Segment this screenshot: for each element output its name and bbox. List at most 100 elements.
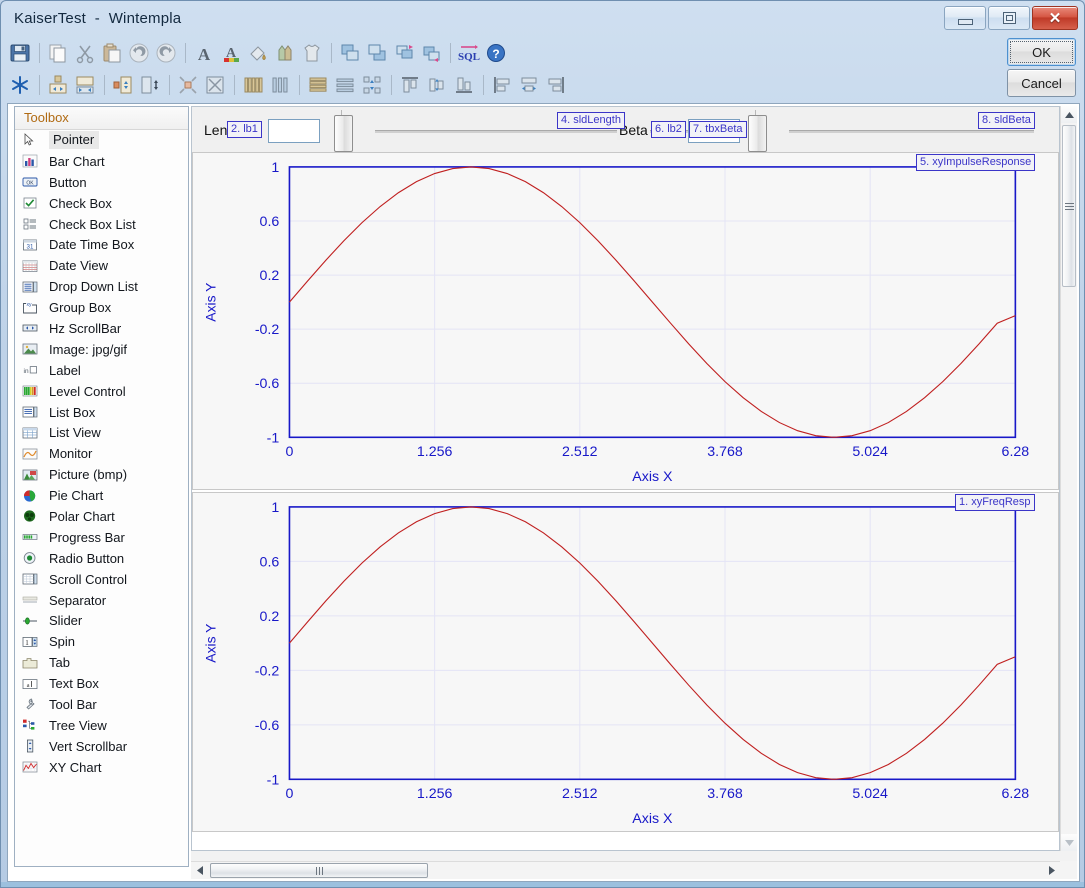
toolbox-item-list-view[interactable]: List View [15, 422, 188, 443]
toolbox-item-check-box-list[interactable]: Check Box List [15, 214, 188, 235]
columns-few-icon[interactable] [267, 72, 293, 98]
close-button[interactable]: ✕ [1032, 6, 1078, 30]
align-horizontal-center-icon[interactable] [516, 72, 542, 98]
tag-lb1[interactable]: 2. lb1 [227, 121, 262, 138]
toolbox-item-xy-chart[interactable]: XY Chart [15, 757, 188, 778]
columns-many-icon[interactable] [240, 72, 266, 98]
scroll-up-arrow[interactable] [1061, 106, 1077, 123]
toolbox-item-image-jpg-gif[interactable]: Image: jpg/gif [15, 339, 188, 360]
scroll-down-arrow[interactable] [1061, 834, 1077, 851]
toolbox-item-tree-view[interactable]: Tree View [15, 715, 188, 736]
horizontal-scroll-thumb[interactable] [210, 863, 428, 878]
send-to-back-icon[interactable] [364, 40, 390, 66]
toolbox-item-tool-bar[interactable]: Tool Bar [15, 694, 188, 715]
help-icon[interactable]: ? [483, 40, 509, 66]
toolbox-item-vert-scrollbar[interactable]: Vert Scrollbar [15, 736, 188, 757]
vertical-scrollbar[interactable] [1060, 106, 1077, 851]
rows-dense-icon[interactable] [305, 72, 331, 98]
shrink-icon[interactable] [175, 72, 201, 98]
vertical-scroll-thumb[interactable] [1062, 125, 1076, 287]
dock-left-icon[interactable] [110, 72, 136, 98]
toolbox-item-button[interactable]: OK Button [15, 172, 188, 193]
tag-tbxBeta[interactable]: 7. tbxBeta [689, 121, 747, 138]
textbox-length[interactable] [268, 119, 320, 143]
pencils-icon[interactable] [272, 40, 298, 66]
font-icon[interactable]: A [191, 40, 217, 66]
tag-sldBeta[interactable]: 8. sldBeta [978, 112, 1035, 129]
rows-sparse-icon[interactable] [332, 72, 358, 98]
tag-xyFreqResp[interactable]: 1. xyFreqResp [955, 494, 1035, 511]
app-window: KaiserTest - Wintempla ✕ A A SQL ? OK Ca… [0, 0, 1085, 888]
align-right-icon[interactable] [543, 72, 569, 98]
toolbox-item-check-box[interactable]: Check Box [15, 193, 188, 214]
toolbox-item-bar-chart[interactable]: Bar Chart [15, 151, 188, 172]
align-top-icon[interactable] [397, 72, 423, 98]
align-middle-icon[interactable] [424, 72, 450, 98]
xy-chart-freq-resp[interactable]: 1 0.6 0.2 -0.2 -0.6 -1 0 1.256 2.512 3.768 5.024 6.… [192, 492, 1059, 832]
toolbox-item-level-control[interactable]: Level Control [15, 381, 188, 402]
redo-icon[interactable] [153, 40, 179, 66]
toolbox-list[interactable]: Pointer Bar Chart OK Button Check Box Check B… [15, 130, 188, 866]
toolbox-item-slider[interactable]: Slider [15, 610, 188, 631]
toolbox-item-pointer[interactable]: Pointer [15, 130, 188, 151]
send-backward-icon[interactable] [418, 40, 444, 66]
save-icon[interactable] [7, 40, 33, 66]
snowflake-icon[interactable] [7, 72, 33, 98]
scroll-left-arrow[interactable] [191, 862, 208, 879]
toolbox-item-label: Button [49, 174, 87, 190]
horizontal-scrollbar[interactable] [191, 861, 1060, 879]
cut-icon[interactable] [72, 40, 98, 66]
align-bottom-icon[interactable] [451, 72, 477, 98]
bring-to-front-icon[interactable] [337, 40, 363, 66]
space-evenly-icon[interactable] [359, 72, 385, 98]
tag-sldLength[interactable]: 4. sldLength [557, 112, 625, 129]
tag-xyImpulseResponse[interactable]: 5. xyImpulseResponse [916, 154, 1036, 171]
font-color-icon[interactable]: A [218, 40, 244, 66]
tag-lb2[interactable]: 6. lb2 [651, 121, 686, 138]
undo-icon[interactable] [126, 40, 152, 66]
design-surface: Leng 2. lb1 4. sldLength Beta 6. lb2 7. … [191, 106, 1077, 879]
toolbox-item-progress-bar[interactable]: Progress Bar [15, 527, 188, 548]
toolbox-item-picture-bmp[interactable]: Picture (bmp) [15, 464, 188, 485]
design-pane[interactable]: Leng 2. lb1 4. sldLength Beta 6. lb2 7. … [191, 106, 1060, 851]
toolbox-item-label: Tree View [49, 717, 107, 733]
slider-thumb[interactable] [748, 115, 767, 152]
toolbox-item-monitor[interactable]: Monitor [15, 443, 188, 464]
align-center-vertical-icon[interactable] [72, 72, 98, 98]
toolbox-item-polar-chart[interactable]: Polar Chart [15, 506, 188, 527]
expand-icon[interactable] [202, 72, 228, 98]
toolbox-item-drop-down-list[interactable]: Drop Down List [15, 276, 188, 297]
toolbox-item-pie-chart[interactable]: Pie Chart [15, 485, 188, 506]
list-view-icon [21, 425, 39, 441]
toolbox-item-scroll-control[interactable]: Scroll Control [15, 569, 188, 590]
toolbox-item-group-box[interactable]: xy Group Box [15, 297, 188, 318]
paste-icon[interactable] [99, 40, 125, 66]
picture-icon [21, 467, 39, 483]
scroll-right-arrow[interactable] [1043, 862, 1060, 879]
toolbox-item-spin[interactable]: 1 Spin [15, 631, 188, 652]
toolbox-item-hz-scrollbar[interactable]: Hz ScrollBar [15, 318, 188, 339]
copy-icon[interactable] [45, 40, 71, 66]
sql-icon[interactable]: SQL [456, 40, 482, 66]
cancel-button[interactable]: Cancel [1007, 69, 1076, 97]
slider-thumb[interactable] [334, 115, 353, 152]
toolbox-item-date-view[interactable]: Date View [15, 255, 188, 276]
bring-forward-icon[interactable] [391, 40, 417, 66]
toolbox-item-date-time-box[interactable]: 31 Date Time Box [15, 234, 188, 255]
scrollbar-corner [1060, 861, 1077, 879]
align-center-horizontal-icon[interactable] [45, 72, 71, 98]
align-left-icon[interactable] [489, 72, 515, 98]
xy-chart-impulse-response[interactable]: 1 0.6 0.2 -0.2 -0.6 -1 0 1.256 2.512 3.768 5.024 6.… [192, 152, 1059, 490]
shirt-icon[interactable] [299, 40, 325, 66]
toolbox-item-radio-button[interactable]: Radio Button [15, 548, 188, 569]
fill-color-icon[interactable] [245, 40, 271, 66]
toolbox-item-list-box[interactable]: List Box [15, 402, 188, 423]
dock-fill-vertical-icon[interactable] [137, 72, 163, 98]
toolbox-item-text-box[interactable]: a Text Box [15, 673, 188, 694]
toolbox-item-tab[interactable]: Tab [15, 652, 188, 673]
maximize-button[interactable] [988, 6, 1030, 30]
toolbox-item-separator[interactable]: Separator [15, 590, 188, 611]
toolbox-item-label[interactable]: in Label [15, 360, 188, 381]
minimize-button[interactable] [944, 6, 986, 30]
ok-button[interactable]: OK [1007, 38, 1076, 66]
